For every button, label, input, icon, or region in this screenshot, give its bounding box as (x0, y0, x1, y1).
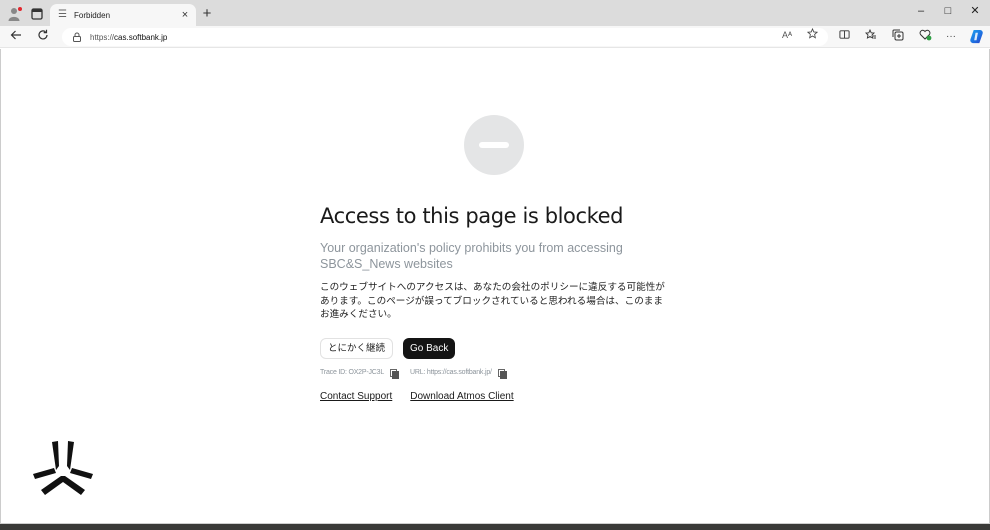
blocked-url: URL: https://cas.softbank.jp/ (410, 369, 492, 376)
new-tab-button[interactable]: + (199, 6, 215, 22)
lock-icon[interactable] (72, 32, 82, 42)
read-aloud-icon[interactable]: Aᴬ (780, 28, 794, 42)
favorites-icon[interactable] (863, 28, 879, 45)
favorite-star-icon[interactable] (805, 27, 819, 42)
atmos-logo-icon (33, 441, 93, 495)
url-text[interactable]: https://cas.softbank.jp (90, 33, 167, 42)
page-title: Access to this page is blocked (320, 204, 624, 228)
go-back-button[interactable]: Go Back (403, 337, 456, 359)
blocked-icon (464, 115, 524, 175)
taskbar-edge (0, 523, 990, 530)
profile-avatar-icon[interactable] (6, 5, 24, 23)
maximize-button[interactable]: □ (937, 3, 959, 19)
trace-id: Trace ID: OX2P-JC3L (320, 369, 385, 376)
close-window-button[interactable]: ✕ (964, 3, 986, 19)
list-icon: ☰ (58, 9, 67, 20)
policy-message: Your organization's policy prohibits you… (320, 241, 623, 271)
browser-titlebar: ☰ Forbidden × + – □ ✕ (0, 0, 990, 26)
split-screen-icon[interactable] (836, 29, 852, 45)
trace-info: Trace ID: OX2P-JC3L URL: https://cas.sof… (320, 368, 680, 379)
copilot-icon[interactable] (968, 29, 984, 45)
download-atmos-client-link[interactable]: Download Atmos Client (410, 391, 513, 402)
more-icon[interactable]: ··· (943, 29, 959, 45)
browser-essentials-icon[interactable] (917, 29, 933, 45)
address-bar[interactable]: https://cas.softbank.jp (62, 28, 828, 46)
japanese-notice: このウェブサイトへのアクセスは、あなたの会社のポリシーに違反する可能性があります… (320, 282, 665, 320)
browser-toolbar: https://cas.softbank.jp Aᴬ ··· (0, 26, 990, 48)
collections-icon[interactable] (890, 29, 906, 45)
minimize-button[interactable]: – (910, 3, 932, 19)
tab-forbidden[interactable]: ☰ Forbidden × (50, 4, 196, 26)
copy-trace-id-icon[interactable] (390, 368, 400, 379)
back-arrow-icon[interactable] (8, 29, 24, 45)
block-notice: Access to this page is blocked Your orga… (320, 200, 680, 402)
tab-actions-icon[interactable] (28, 5, 46, 23)
copy-url-icon[interactable] (497, 368, 507, 379)
contact-support-link[interactable]: Contact Support (320, 391, 392, 402)
continue-anyway-button[interactable]: とにかく継続 (320, 337, 394, 359)
tab-title: Forbidden (74, 10, 111, 20)
tab-close-icon[interactable]: × (178, 9, 192, 21)
refresh-icon[interactable] (35, 29, 51, 45)
